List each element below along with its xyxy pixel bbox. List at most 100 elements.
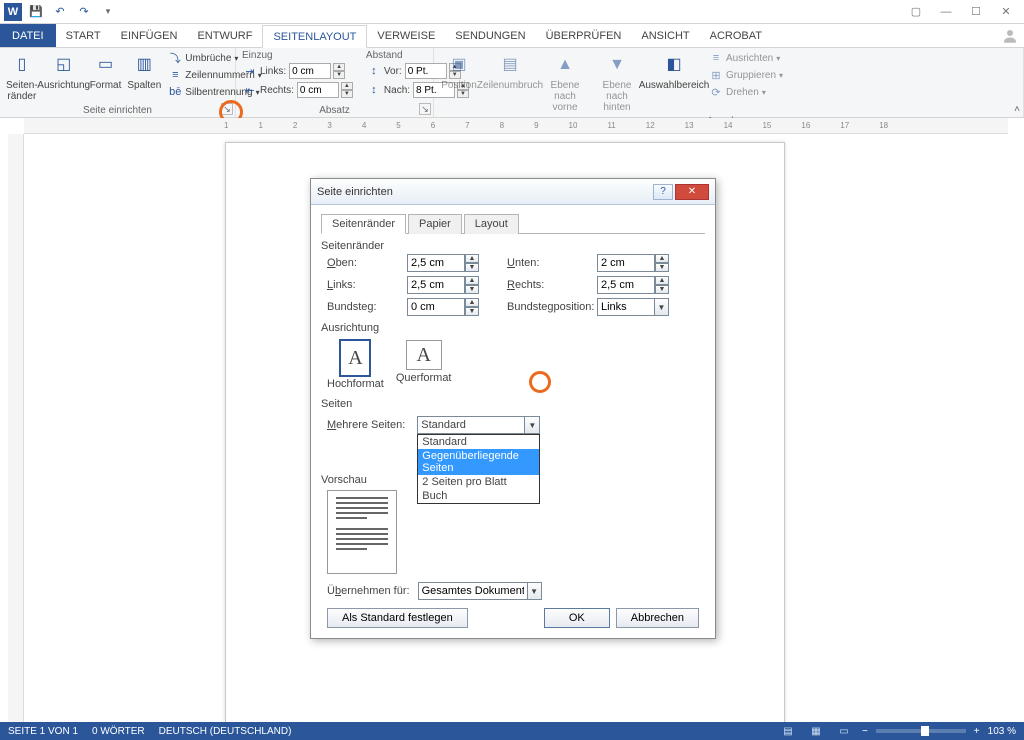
spin-down-icon[interactable]: ▼ [333, 71, 345, 79]
right-margin-input[interactable] [597, 276, 655, 294]
spin-up-icon[interactable]: ▲ [655, 254, 669, 263]
undo-icon[interactable]: ↶ [50, 2, 70, 22]
tab-references[interactable]: VERWEISE [367, 24, 445, 47]
tab-acrobat[interactable]: ACROBAT [700, 24, 772, 47]
status-words[interactable]: 0 WÖRTER [92, 726, 145, 737]
spin-up-icon[interactable]: ▲ [333, 63, 345, 71]
margins-section-label: Seitenränder [321, 240, 705, 252]
group-button[interactable]: ⊞Gruppieren▾ [706, 67, 786, 83]
tab-insert[interactable]: EINFÜGEN [111, 24, 188, 47]
indent-left-input[interactable] [289, 63, 331, 79]
gutter-pos-select[interactable] [597, 298, 655, 316]
view-read-icon[interactable]: ▤ [778, 724, 798, 738]
position-icon: ▣ [446, 52, 472, 78]
tab-review[interactable]: ÜBERPRÜFEN [536, 24, 632, 47]
maximize-icon[interactable]: ☐ [962, 2, 990, 22]
spin-up-icon[interactable]: ▲ [465, 276, 479, 285]
option-mirrored[interactable]: Gegenüberliegende Seiten [418, 449, 539, 475]
zoom-in-icon[interactable]: + [974, 726, 980, 737]
indent-right-input[interactable] [297, 82, 339, 98]
landscape-option[interactable]: A Querformat [396, 340, 452, 390]
columns-button[interactable]: ▥ Spalten [125, 50, 163, 93]
spin-up-icon[interactable]: ▲ [465, 298, 479, 307]
close-icon[interactable]: ✕ [992, 2, 1020, 22]
tab-start[interactable]: START [56, 24, 111, 47]
collapse-ribbon-icon[interactable]: ˄ [1014, 104, 1020, 115]
spin-down-icon[interactable]: ▼ [465, 285, 479, 294]
dropdown-icon[interactable]: ▼ [655, 298, 669, 316]
status-language[interactable]: DEUTSCH (DEUTSCHLAND) [159, 726, 292, 737]
spin-down-icon[interactable]: ▼ [465, 307, 479, 316]
apply-to-select[interactable] [418, 582, 528, 600]
orientation-icon: ◱ [51, 52, 77, 78]
spin-up-icon[interactable]: ▲ [465, 254, 479, 263]
size-button[interactable]: ▭ Format [88, 50, 124, 93]
spin-down-icon[interactable]: ▼ [341, 90, 353, 98]
zoom-out-icon[interactable]: − [862, 726, 868, 737]
set-default-button[interactable]: Als Standard festlegen [327, 608, 468, 628]
qat-customize-icon[interactable]: ▾ [98, 2, 118, 22]
tab-view[interactable]: ANSICHT [631, 24, 699, 47]
page-setup-launcher[interactable]: ↘ [221, 103, 233, 115]
gutter-input[interactable] [407, 298, 465, 316]
ok-button[interactable]: OK [544, 608, 610, 628]
tab-file[interactable]: DATEI [0, 24, 56, 47]
option-book[interactable]: Buch [418, 489, 539, 503]
horizontal-ruler[interactable]: 1123456789101112131415161718 [24, 118, 1008, 134]
portrait-option[interactable]: A Hochformat [327, 340, 384, 390]
dialog-tab-margins[interactable]: Seitenränder [321, 214, 406, 234]
right-margin-label: Rechts: [507, 279, 587, 291]
dropdown-icon[interactable]: ▼ [525, 416, 540, 434]
minimize-icon[interactable]: — [932, 2, 960, 22]
dialog-tab-paper[interactable]: Papier [408, 214, 462, 234]
dialog-tabs: Seitenränder Papier Layout [321, 213, 705, 234]
view-print-icon[interactable]: ▦ [806, 724, 826, 738]
vertical-ruler[interactable] [8, 134, 24, 722]
backward-button[interactable]: ▼Ebene nach hinten [592, 50, 642, 115]
spin-up-icon[interactable]: ▲ [655, 276, 669, 285]
orientation-button[interactable]: ◱ Ausrichtung [42, 50, 86, 93]
user-icon[interactable] [996, 25, 1024, 47]
after-label: Nach: [384, 85, 410, 96]
margins-button[interactable]: ▯ Seiten- ränder [4, 50, 40, 104]
dialog-close-icon[interactable]: ✕ [675, 184, 709, 200]
forward-button[interactable]: ▲Ebene nach vorne [540, 50, 590, 115]
orientation-label: Ausrichtung [37, 80, 90, 91]
selection-label: Auswahlbereich [639, 80, 710, 91]
dialog-help-icon[interactable]: ? [653, 184, 673, 200]
multi-value: Standard [417, 416, 525, 434]
zoom-level[interactable]: 103 % [988, 726, 1016, 737]
dialog-title-bar[interactable]: Seite einrichten ? ✕ [311, 179, 715, 205]
spin-up-icon[interactable]: ▲ [341, 82, 353, 90]
cancel-button[interactable]: Abbrechen [616, 608, 699, 628]
selection-pane-button[interactable]: ◧Auswahlbereich [644, 50, 704, 93]
tab-mailings[interactable]: SENDUNGEN [445, 24, 535, 47]
view-web-icon[interactable]: ▭ [834, 724, 854, 738]
paragraph-launcher[interactable]: ↘ [419, 103, 431, 115]
bottom-input[interactable] [597, 254, 655, 272]
redo-icon[interactable]: ↷ [74, 2, 94, 22]
ribbon-display-icon[interactable]: ▢ [902, 2, 930, 22]
save-icon[interactable]: 💾 [26, 2, 46, 22]
option-two-per[interactable]: 2 Seiten pro Blatt [418, 475, 539, 489]
tab-pagelayout[interactable]: SEITENLAYOUT [262, 25, 367, 48]
page-setup-group-label: Seite einrichten [4, 104, 231, 117]
dialog-tab-layout[interactable]: Layout [464, 214, 519, 234]
wrap-icon: ▤ [497, 52, 523, 78]
position-button[interactable]: ▣Position [438, 50, 480, 93]
spin-down-icon[interactable]: ▼ [655, 285, 669, 294]
tab-design[interactable]: ENTWURF [187, 24, 262, 47]
multi-pages-select[interactable]: Standard ▼ Standard Gegenüberliegende Se… [417, 416, 540, 434]
dropdown-icon[interactable]: ▼ [528, 582, 542, 600]
wrap-button[interactable]: ▤Zeilenumbruch [482, 50, 538, 93]
group-label: Gruppieren [726, 70, 776, 81]
status-page[interactable]: SEITE 1 VON 1 [8, 726, 78, 737]
align-button[interactable]: ≡Ausrichten▾ [706, 50, 786, 66]
left-margin-input[interactable] [407, 276, 465, 294]
spin-down-icon[interactable]: ▼ [655, 263, 669, 272]
option-standard[interactable]: Standard [418, 435, 539, 449]
spin-down-icon[interactable]: ▼ [465, 263, 479, 272]
rotate-button[interactable]: ⟳Drehen▾ [706, 84, 786, 100]
zoom-slider[interactable] [876, 729, 966, 733]
top-input[interactable] [407, 254, 465, 272]
